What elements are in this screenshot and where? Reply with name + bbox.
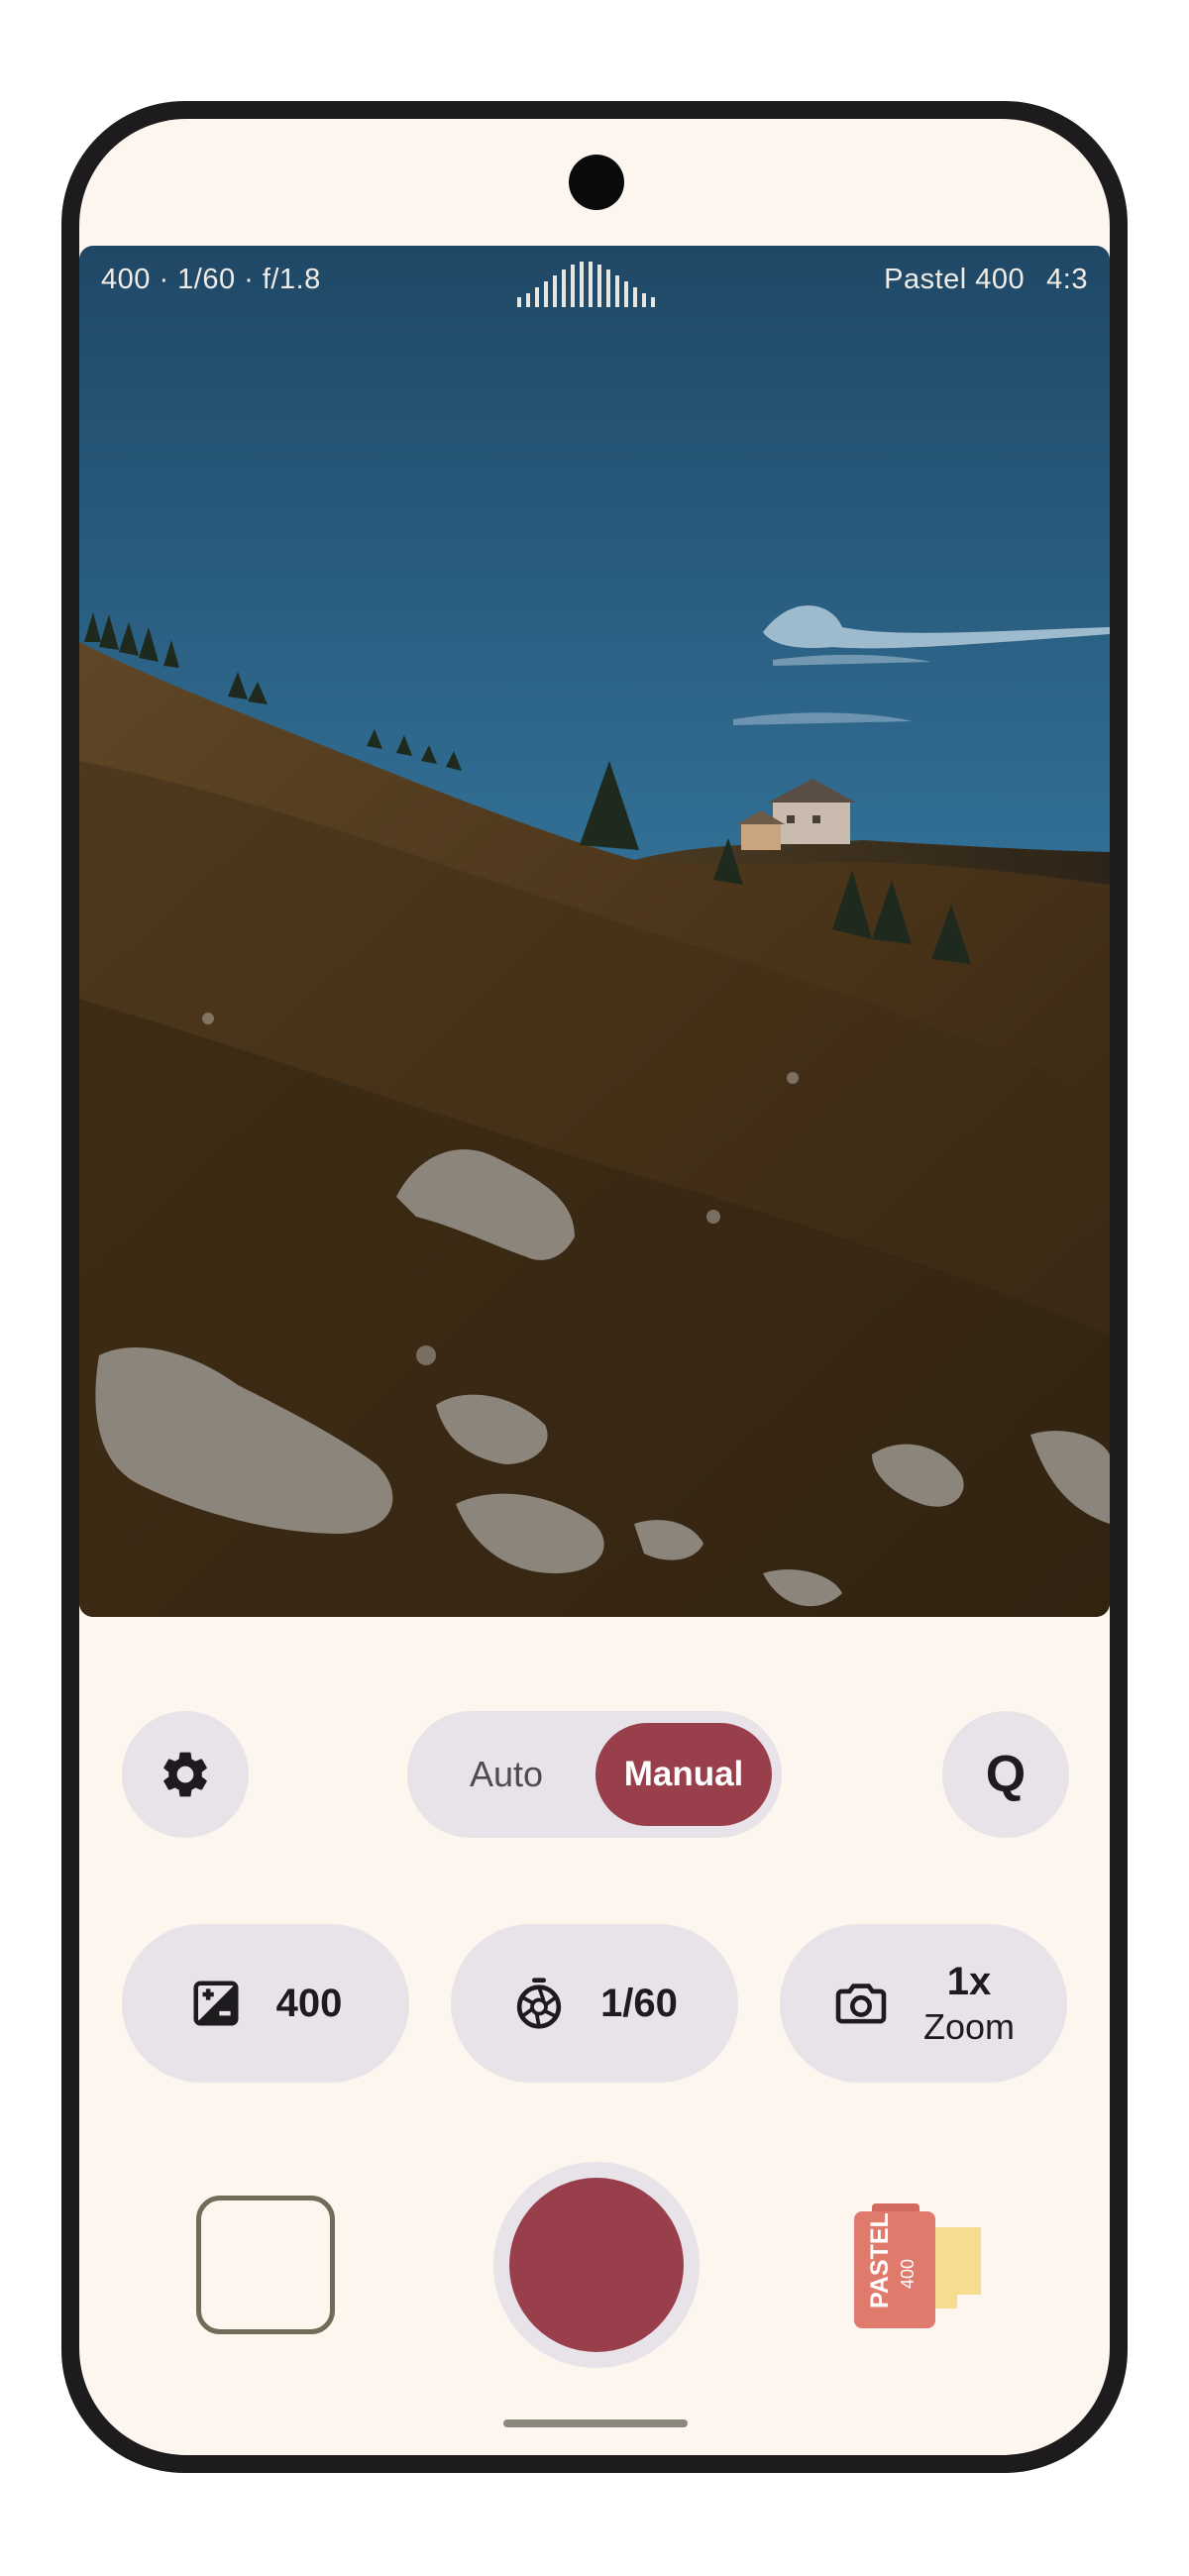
zoom-label: Zoom [922, 2006, 1016, 2048]
shutter-button[interactable] [509, 2178, 684, 2352]
quick-settings-label: Q [985, 1746, 1027, 1803]
home-indicator[interactable] [503, 2419, 688, 2427]
shutter-speed-control[interactable]: 1/60 [451, 1924, 738, 2083]
zoom-text: 1x Zoom [923, 1958, 1015, 2048]
gear-icon [163, 1752, 207, 1797]
mode-auto-option[interactable]: Auto [427, 1711, 586, 1838]
film-brand-text: PASTEL [866, 2212, 894, 2308]
aspect-ratio-readout[interactable]: 4:3 [1046, 264, 1088, 295]
film-roll-selector[interactable]: PASTEL 400 [848, 2192, 995, 2343]
hud-right: Pastel 400 4:3 [862, 264, 1088, 296]
iso-control[interactable]: 400 [122, 1924, 409, 2083]
quick-settings-button[interactable]: Q [942, 1711, 1069, 1838]
front-camera-cutout [569, 155, 624, 210]
film-roll-icon: PASTEL 400 [854, 2203, 981, 2328]
mode-manual-option[interactable]: Manual [595, 1723, 772, 1826]
viewfinder[interactable] [79, 246, 1110, 1617]
settings-button[interactable] [122, 1711, 249, 1838]
gallery-thumbnail[interactable] [196, 2196, 335, 2334]
exposure-readout: 400 · 1/60 · f/1.8 [101, 264, 321, 295]
histogram-meter [517, 262, 655, 307]
shutter-speed-icon [516, 1978, 562, 2029]
zoom-control[interactable]: 1x Zoom [780, 1924, 1067, 2083]
zoom-value: 1x [946, 1960, 992, 2004]
iso-value: 400 [275, 1981, 343, 2025]
shutter-button-ring [493, 2162, 700, 2368]
film-name-readout: Pastel 400 [884, 264, 1026, 295]
exposure-icon [193, 1981, 239, 2026]
mode-toggle: Auto Manual [407, 1711, 782, 1838]
camera-screen: 400 · 1/60 · f/1.8 Pastel 400 4:3 Auto M… [79, 119, 1110, 2455]
viewfinder-scene [79, 246, 1110, 1617]
shutter-speed-value: 1/60 [600, 1981, 678, 2025]
film-speed-text: 400 [898, 2259, 918, 2289]
camera-icon [835, 1984, 887, 2024]
